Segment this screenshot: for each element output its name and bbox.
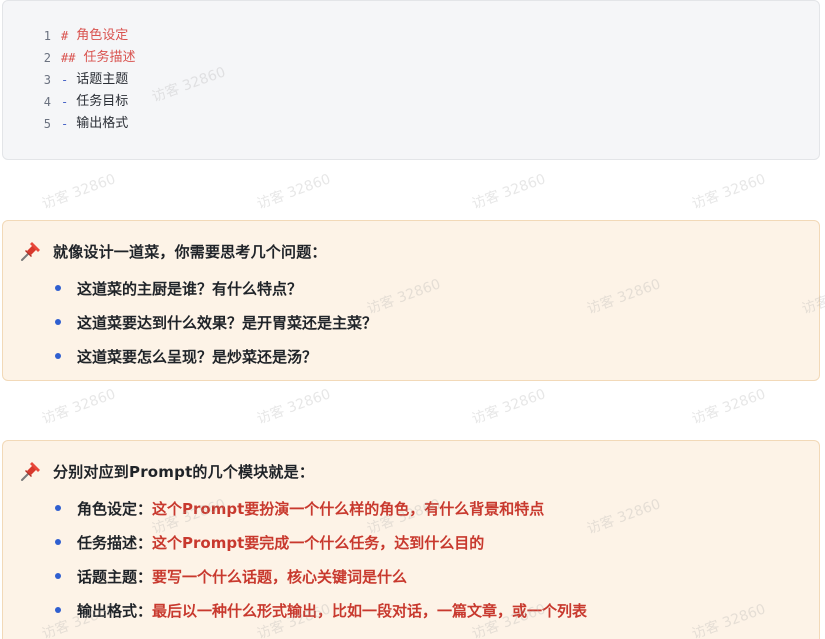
line-number: 1 [43,29,51,43]
code-line: 5 - 输出格式 [3,113,128,135]
bullet-icon [55,353,61,359]
bullet-icon [55,539,61,545]
watermark-text: 访客 32860 [469,386,548,428]
markdown-heading-mark: ## [61,51,76,65]
watermark-text: 访客 32860 [39,171,118,213]
code-line: 3 - 话题主题 [3,69,128,91]
callout-title: 分别对应到Prompt的几个模块就是： [53,462,315,481]
module-description: 这个Prompt要完成一个什么任务，达到什么目的 [152,533,485,552]
module-description: 最后以一种什么形式输出，比如一段对话，一篇文章，或一个列表 [152,601,588,620]
bullet-icon [55,285,61,291]
line-number: 4 [43,95,51,109]
line-number: 2 [43,51,51,65]
module-label: 角色设定： [77,499,153,518]
code-line: 2 ## 任务描述 [3,47,136,69]
watermark-text: 访客 32860 [469,171,548,213]
callout-header: 分别对应到Prompt的几个模块就是： [19,459,314,483]
list-item: 这道菜的主厨是谁？有什么特点？ [55,271,377,305]
markdown-heading-mark: # [61,29,69,43]
callout-header: 就像设计一道菜，你需要思考几个问题： [19,239,327,263]
line-number: 5 [43,117,51,131]
pushpin-icon [19,239,43,263]
watermark-text: 访客 32860 [254,171,333,213]
module-description: 这个Prompt要扮演一个什么样的角色，有什么背景和特点 [152,499,545,518]
markdown-list-mark: - [61,95,69,109]
watermark-text: 访客 32860 [39,386,118,428]
code-block: 1 # 角色设定 2 ## 任务描述 3 - 话题主题 4 - 任务目标 5 -… [2,0,820,160]
list-item-text: 这道菜要达到什么效果？是开胃菜还是主菜？ [77,313,378,332]
watermark-text: 访客 32860 [689,386,768,428]
pushpin-icon [19,459,43,483]
watermark-text: 访客 32860 [689,171,768,213]
bullet-icon [55,505,61,511]
code-line: 4 - 任务目标 [3,91,128,113]
module-description: 要写一个什么话题，核心关键词是什么 [152,567,408,586]
list-item: 这道菜要达到什么效果？是开胃菜还是主菜？ [55,305,377,339]
code-line-text: 任务描述 [83,50,136,65]
bullet-icon [55,319,61,325]
bullet-list: 角色设定： 这个Prompt要扮演一个什么样的角色，有什么背景和特点 任务描述：… [55,491,587,627]
module-label: 任务描述： [77,533,153,552]
bullet-list: 这道菜的主厨是谁？有什么特点？ 这道菜要达到什么效果？是开胃菜还是主菜？ 这道菜… [55,271,377,373]
list-item: 输出格式： 最后以一种什么形式输出，比如一段对话，一篇文章，或一个列表 [55,593,587,627]
callout-title: 就像设计一道菜，你需要思考几个问题： [53,242,327,261]
code-line-text: 任务目标 [76,94,129,109]
list-item-text: 这道菜的主厨是谁？有什么特点？ [77,279,303,298]
list-item: 这道菜要怎么呈现？是炒菜还是汤？ [55,339,377,373]
callout-dish-questions: 就像设计一道菜，你需要思考几个问题： 这道菜的主厨是谁？有什么特点？ 这道菜要达… [2,220,820,381]
list-item: 任务描述： 这个Prompt要完成一个什么任务，达到什么目的 [55,525,587,559]
line-number: 3 [43,73,51,87]
code-line: 1 # 角色设定 [3,25,128,47]
module-label: 话题主题： [77,567,153,586]
code-line-text: 话题主题 [76,72,129,87]
markdown-list-mark: - [61,73,69,87]
code-line-text: 输出格式 [76,116,129,131]
watermark-text: 访客 32860 [254,386,333,428]
module-label: 输出格式： [77,601,153,620]
list-item-text: 这道菜要怎么呈现？是炒菜还是汤？ [77,347,318,366]
markdown-list-mark: - [61,117,69,131]
list-item: 话题主题： 要写一个什么话题，核心关键词是什么 [55,559,587,593]
bullet-icon [55,607,61,613]
list-item: 角色设定： 这个Prompt要扮演一个什么样的角色，有什么背景和特点 [55,491,587,525]
code-line-text: 角色设定 [76,28,129,43]
bullet-icon [55,573,61,579]
callout-prompt-modules: 分别对应到Prompt的几个模块就是： 角色设定： 这个Prompt要扮演一个什… [2,440,820,639]
